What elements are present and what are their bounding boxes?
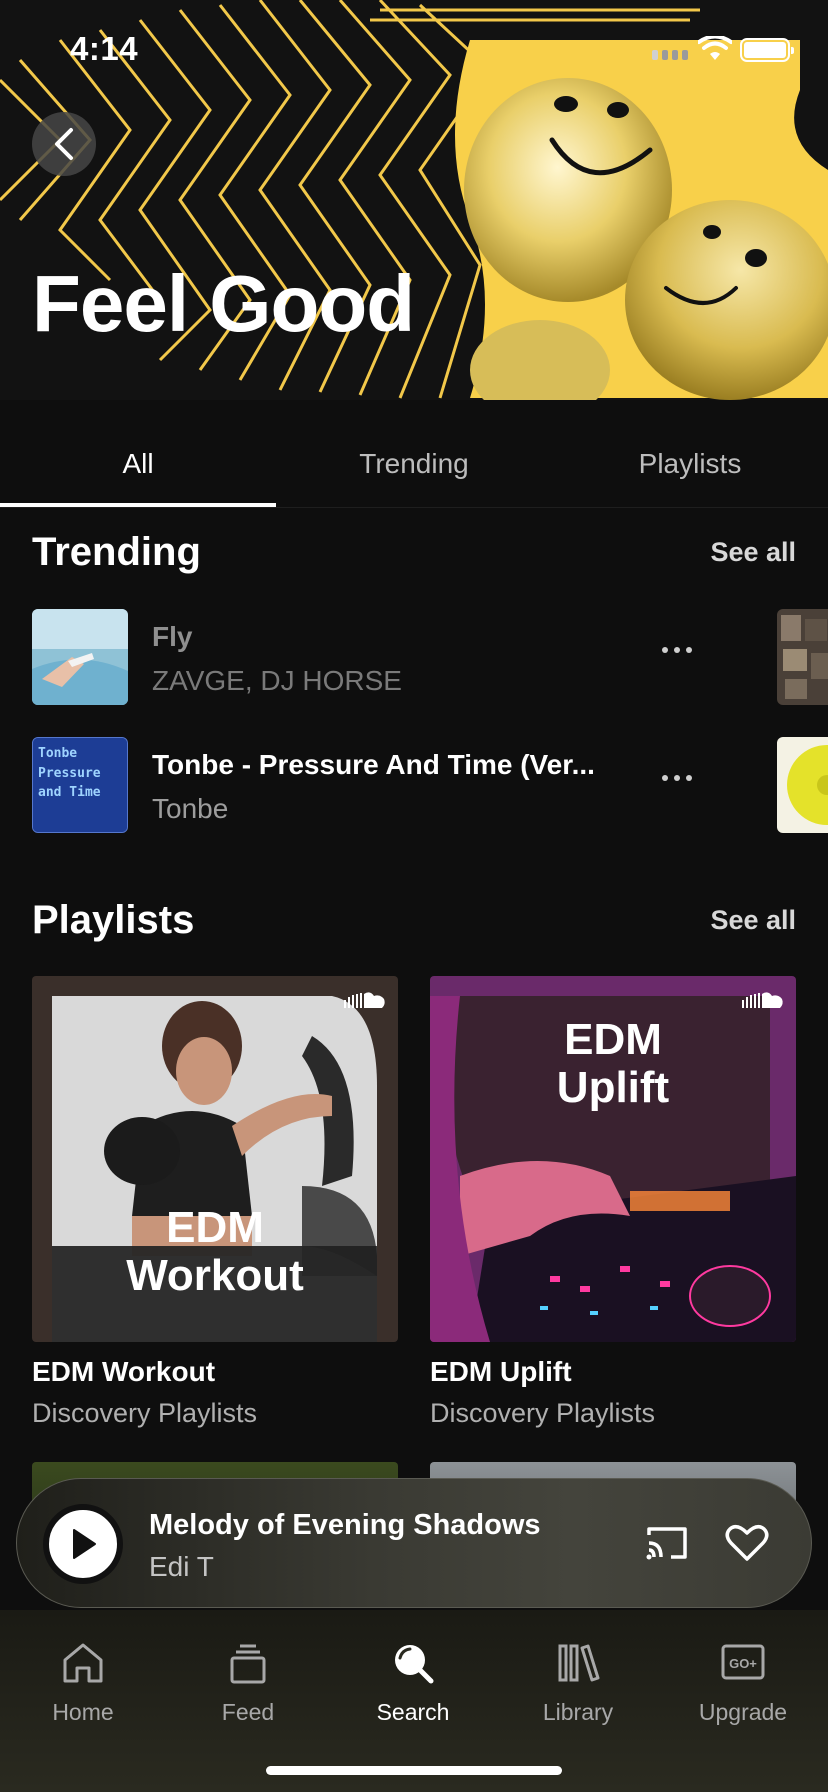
playlist-cover-title: EDM Uplift — [430, 1015, 796, 1113]
home-indicator[interactable] — [266, 1766, 562, 1775]
cover-title-line: EDM — [166, 1203, 264, 1252]
nav-label: Feed — [221, 1699, 275, 1725]
play-icon — [73, 1529, 96, 1559]
track-artwork-text: Tonbe Pressure and Time — [38, 746, 101, 800]
track-row[interactable]: Tonbe Pressure and Time Tonbe - Pressure… — [32, 737, 828, 833]
now-playing-title: Melody of Evening Shadows — [149, 1509, 541, 1541]
track-artist: ZAVGE, DJ HORSE — [152, 665, 402, 696]
soundcloud-icon — [344, 992, 385, 1008]
playlist-cover: EDM Uplift — [430, 976, 796, 1342]
nav-label: Home — [52, 1699, 114, 1725]
cover-title-line: Workout — [126, 1251, 304, 1301]
playlist-cover-title: EDM Workout — [32, 1203, 398, 1301]
nav-label: Upgrade — [698, 1699, 788, 1725]
playlist-card[interactable]: EDM Workout EDM Workout Discovery Playli… — [32, 976, 398, 1429]
cover-title-line: Uplift — [556, 1063, 670, 1113]
playlist-name: EDM Uplift — [430, 1356, 572, 1387]
back-button[interactable] — [32, 112, 96, 176]
now-playing-artist: Edi T — [149, 1551, 214, 1582]
svg-text:GO+: GO+ — [729, 1656, 757, 1671]
tab-all[interactable]: All — [0, 400, 276, 507]
trending-see-all-link[interactable]: See all — [710, 537, 796, 568]
trending-title: Trending — [32, 529, 201, 574]
tab-playlists[interactable]: Playlists — [552, 400, 828, 507]
cover-title-line: EDM — [564, 1015, 662, 1064]
mini-player[interactable]: Melody of Evening Shadows Edi T — [16, 1478, 812, 1608]
nav-item-feed[interactable]: Feed — [178, 1642, 318, 1726]
wifi-icon — [698, 36, 732, 60]
page-title: Feel Good — [32, 259, 415, 348]
upgrade-icon: GO+ — [721, 1644, 765, 1680]
playlists-title: Playlists — [32, 897, 195, 942]
track-artist: Tonbe — [152, 793, 229, 824]
track-row[interactable]: Fly ZAVGE, DJ HORSE — [32, 609, 828, 705]
feed-icon — [230, 1644, 266, 1684]
next-column-track-artwork[interactable] — [777, 609, 828, 705]
nav-label: Search — [376, 1699, 450, 1725]
nav-item-upgrade[interactable]: GO+ Upgrade — [673, 1642, 813, 1726]
more-options-icon[interactable] — [662, 775, 692, 781]
more-options-icon[interactable] — [662, 647, 692, 653]
playlist-card[interactable]: EDM Uplift EDM Uplift Discovery Playlist… — [430, 976, 796, 1429]
track-artwork: Tonbe Pressure and Time — [32, 737, 128, 833]
battery-icon — [740, 38, 794, 62]
tab-trending[interactable]: Trending — [276, 400, 552, 507]
library-icon — [558, 1644, 600, 1682]
chevron-left-icon — [55, 128, 73, 160]
playlist-cover: EDM Workout — [32, 976, 398, 1342]
nav-label: Library — [542, 1699, 614, 1725]
track-title: Tonbe - Pressure And Time (Ver... — [152, 749, 595, 780]
nav-item-home[interactable]: Home — [13, 1642, 153, 1726]
nav-item-search[interactable]: Search — [343, 1642, 483, 1726]
next-column-track-artwork[interactable] — [777, 737, 828, 833]
playlist-subtitle: Discovery Playlists — [430, 1398, 656, 1428]
signal-icon — [652, 50, 688, 60]
heart-icon[interactable] — [725, 1523, 769, 1563]
soundcloud-icon — [742, 992, 783, 1008]
tab-bar: All Trending Playlists — [0, 400, 828, 508]
trending-header: Trending See all — [32, 524, 796, 580]
nav-item-library[interactable]: Library — [508, 1642, 648, 1726]
playlist-name: EDM Workout — [32, 1356, 216, 1387]
search-icon — [395, 1645, 434, 1684]
playlists-see-all-link[interactable]: See all — [710, 905, 796, 936]
status-time: 4:14 — [70, 30, 139, 67]
track-artwork — [32, 609, 128, 705]
hero-banner: 4:14 Feel Good — [0, 0, 828, 400]
playlists-header: Playlists See all — [32, 892, 796, 948]
status-bar: 4:14 — [0, 0, 828, 100]
playlist-subtitle: Discovery Playlists — [32, 1398, 258, 1428]
track-title: Fly — [152, 621, 193, 652]
play-button[interactable] — [43, 1504, 123, 1584]
home-icon — [63, 1643, 103, 1683]
cast-icon[interactable] — [645, 1525, 689, 1561]
bottom-navigation: Home Feed Search Library GO+ Upgrade — [0, 1610, 828, 1792]
